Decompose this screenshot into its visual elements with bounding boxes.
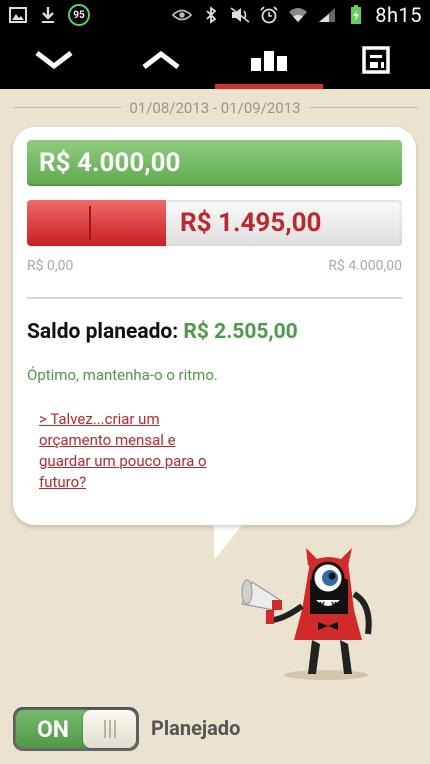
alarm-icon xyxy=(259,5,279,25)
date-range-label: 01/08/2013 - 01/09/2013 xyxy=(121,99,309,117)
top-toolbar xyxy=(0,30,430,89)
toggle-on-label: ON xyxy=(16,710,90,748)
toggle-knob[interactable] xyxy=(83,710,136,748)
budget-card: R$ 4.000,00 R$ 1.495,00 R$ 0,00 R$ 4.000… xyxy=(13,127,416,525)
create-budget-link[interactable]: > Talvez...criar um orçamento mensal e g… xyxy=(39,409,209,493)
bar-chart-icon xyxy=(250,50,287,71)
chevron-up-icon xyxy=(142,50,180,69)
planned-balance-value: R$ 2.505,00 xyxy=(183,320,298,344)
income-amount: R$ 4.000,00 xyxy=(39,148,181,178)
planned-balance: Saldo planeado: R$ 2.505,00 xyxy=(27,320,298,344)
spending-bar: R$ 1.495,00 xyxy=(27,200,402,246)
status-bar: 95 8h15 xyxy=(0,0,430,30)
bluetooth-icon xyxy=(201,5,221,25)
battery-charging-icon xyxy=(346,5,366,25)
scale-min: R$ 0,00 xyxy=(27,258,74,274)
income-bar: R$ 4.000,00 xyxy=(27,140,402,186)
gallery-icon xyxy=(8,5,28,25)
signal-icon xyxy=(317,5,337,25)
battery-badge: 95 xyxy=(68,4,90,26)
planned-balance-title: Saldo planeado: xyxy=(27,320,179,344)
mute-icon xyxy=(230,5,250,25)
collapse-button[interactable] xyxy=(0,30,108,89)
calculator-icon xyxy=(362,45,390,74)
divider xyxy=(27,297,402,299)
spending-fill xyxy=(27,200,166,246)
planned-toggle-label: Planejado xyxy=(151,716,241,740)
tab-calculator[interactable] xyxy=(323,30,430,89)
scale-max: R$ 4.000,00 xyxy=(328,258,402,274)
wifi-icon xyxy=(288,5,308,25)
advice-text: Óptimo, mantenha-o o ritmo. xyxy=(27,366,218,384)
tab-chart[interactable] xyxy=(215,30,323,89)
download-icon xyxy=(38,5,58,25)
chevron-down-icon xyxy=(35,50,73,69)
spent-amount: R$ 1.495,00 xyxy=(180,208,322,238)
status-left: 95 xyxy=(8,4,90,26)
eye-icon xyxy=(172,5,193,25)
clock: 8h15 xyxy=(375,3,422,27)
scale-labels: R$ 0,00 R$ 4.000,00 xyxy=(27,258,402,274)
status-right: 8h15 xyxy=(172,3,422,27)
expand-button[interactable] xyxy=(108,30,216,89)
spending-marker xyxy=(89,206,91,240)
date-range: 01/08/2013 - 01/09/2013 xyxy=(0,96,430,120)
mascot-illustration xyxy=(241,548,372,680)
planned-toggle[interactable]: ON xyxy=(13,707,139,751)
